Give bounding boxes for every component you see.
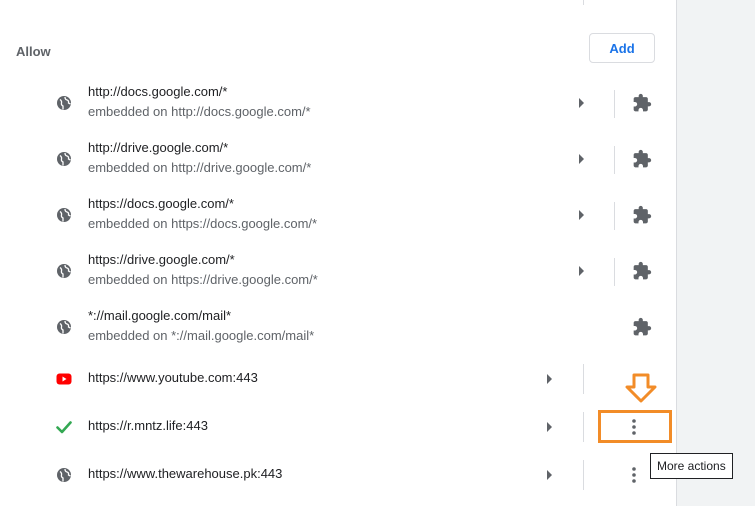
site-row[interactable]: https://drive.google.com/* embedded on h… xyxy=(0,248,676,294)
puzzle-piece-icon xyxy=(633,317,652,336)
site-url: https://docs.google.com/* xyxy=(88,196,234,211)
arrow-down-icon xyxy=(625,373,657,403)
add-button[interactable]: Add xyxy=(589,33,655,63)
checkmark-icon xyxy=(56,421,72,434)
puzzle-piece-icon xyxy=(633,93,652,112)
site-row[interactable]: https://docs.google.com/* embedded on ht… xyxy=(0,192,676,238)
row-divider xyxy=(583,364,584,394)
site-embedded-on: embedded on http://drive.google.com/* xyxy=(88,160,312,175)
site-row[interactable]: https://r.mntz.life:443 xyxy=(0,410,676,444)
puzzle-piece-icon xyxy=(633,205,652,224)
extension-button[interactable] xyxy=(630,91,654,115)
row-divider xyxy=(614,146,615,174)
site-embedded-on: embedded on https://docs.google.com/* xyxy=(88,216,318,231)
globe-icon xyxy=(57,320,71,334)
site-url: *://mail.google.com/mail* xyxy=(88,308,232,323)
chevron-right-icon[interactable] xyxy=(545,421,555,433)
puzzle-piece-icon xyxy=(633,149,652,168)
page-gutter xyxy=(677,0,755,506)
extension-button[interactable] xyxy=(630,315,654,339)
site-embedded-on: embedded on *://mail.google.com/mail* xyxy=(88,328,315,343)
globe-icon xyxy=(57,264,71,278)
globe-icon xyxy=(57,468,71,482)
more-vert-icon xyxy=(632,467,636,483)
globe-icon xyxy=(57,208,71,222)
chevron-right-icon[interactable] xyxy=(577,265,587,277)
row-divider xyxy=(614,90,615,118)
chevron-right-icon[interactable] xyxy=(545,373,555,385)
divider xyxy=(583,0,584,5)
globe-icon xyxy=(57,152,71,166)
site-url: http://docs.google.com/* xyxy=(88,84,228,99)
site-row[interactable]: *://mail.google.com/mail* embedded on *:… xyxy=(0,304,676,350)
site-embedded-on: embedded on http://docs.google.com/* xyxy=(88,104,311,119)
row-divider xyxy=(583,412,584,442)
site-url: https://drive.google.com/* xyxy=(88,252,235,267)
chevron-right-icon[interactable] xyxy=(545,469,555,481)
more-actions-button[interactable] xyxy=(622,463,646,487)
site-row[interactable]: http://drive.google.com/* embedded on ht… xyxy=(0,136,676,182)
site-row[interactable]: https://www.thewarehouse.pk:443 xyxy=(0,458,676,492)
puzzle-piece-icon xyxy=(633,261,652,280)
chevron-right-icon[interactable] xyxy=(577,209,587,221)
extension-button[interactable] xyxy=(630,147,654,171)
site-embedded-on: embedded on https://drive.google.com/* xyxy=(88,272,318,287)
more-actions-tooltip: More actions xyxy=(650,453,733,479)
highlight-box xyxy=(598,410,672,443)
extension-button[interactable] xyxy=(630,203,654,227)
site-row[interactable]: https://www.youtube.com:443 xyxy=(0,362,676,396)
chevron-right-icon[interactable] xyxy=(577,97,587,109)
site-url: https://www.thewarehouse.pk:443 xyxy=(88,466,283,481)
row-divider xyxy=(614,258,615,286)
site-url: https://r.mntz.life:443 xyxy=(88,418,208,433)
content-border xyxy=(676,0,677,506)
site-url: https://www.youtube.com:443 xyxy=(88,370,258,385)
youtube-icon xyxy=(56,373,72,385)
extension-button[interactable] xyxy=(630,259,654,283)
site-row[interactable]: http://docs.google.com/* embedded on htt… xyxy=(0,80,676,126)
globe-icon xyxy=(57,96,71,110)
chevron-right-icon[interactable] xyxy=(577,153,587,165)
row-divider xyxy=(583,460,584,490)
site-url: http://drive.google.com/* xyxy=(88,140,229,155)
row-divider xyxy=(614,202,615,230)
allow-section-label: Allow xyxy=(16,44,51,59)
